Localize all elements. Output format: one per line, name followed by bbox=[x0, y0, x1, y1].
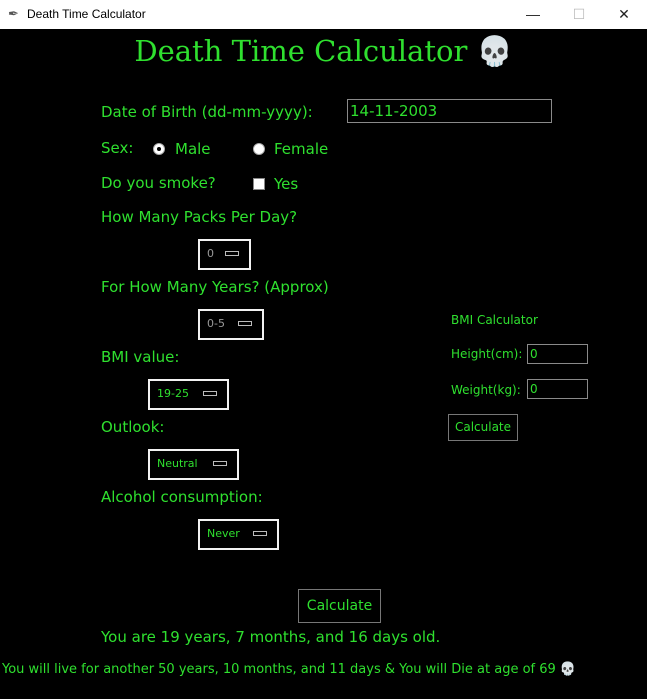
height-input[interactable] bbox=[527, 344, 588, 364]
alcohol-value: Never bbox=[207, 527, 240, 540]
window-titlebar: ✒ Death Time Calculator — ☐ ✕ bbox=[0, 0, 647, 29]
male-label[interactable]: Male bbox=[175, 140, 211, 158]
bmi-label: BMI value: bbox=[101, 348, 180, 366]
dropdown-indicator-icon bbox=[213, 461, 227, 466]
weight-input[interactable] bbox=[527, 379, 588, 399]
alcohol-dropdown[interactable]: Never bbox=[198, 519, 279, 550]
years-dropdown[interactable]: 0-5 bbox=[198, 309, 264, 340]
weight-label: Weight(kg): bbox=[451, 383, 521, 397]
window-title: Death Time Calculator bbox=[27, 7, 146, 21]
outlook-label: Outlook: bbox=[101, 418, 165, 436]
packs-label: How Many Packs Per Day? bbox=[101, 208, 298, 226]
prediction-result-text: You will live for another 50 years, 10 m… bbox=[2, 662, 577, 677]
years-label: For How Many Years? (Approx) bbox=[101, 278, 329, 296]
dob-input[interactable] bbox=[347, 99, 552, 123]
female-radio[interactable] bbox=[253, 143, 265, 155]
minimize-button[interactable]: — bbox=[510, 0, 556, 29]
page-title: Death Time Calculator 💀 bbox=[134, 34, 513, 68]
sex-label: Sex: bbox=[101, 139, 134, 157]
female-label[interactable]: Female bbox=[274, 140, 328, 158]
outlook-dropdown[interactable]: Neutral bbox=[148, 449, 239, 480]
bmi-calculate-button[interactable]: Calculate bbox=[448, 414, 518, 441]
packs-dropdown[interactable]: 0 bbox=[198, 239, 251, 270]
dob-label: Date of Birth (dd-mm-yyyy): bbox=[101, 103, 313, 121]
age-result-text: You are 19 years, 7 months, and 16 days … bbox=[101, 628, 441, 646]
bmi-dropdown[interactable]: 19-25 bbox=[148, 379, 229, 410]
years-value: 0-5 bbox=[207, 317, 225, 330]
dropdown-indicator-icon bbox=[203, 391, 217, 396]
app-content: Death Time Calculator 💀 Date of Birth (d… bbox=[0, 29, 647, 699]
dropdown-indicator-icon bbox=[253, 531, 267, 536]
dropdown-indicator-icon bbox=[238, 321, 252, 326]
smoke-checkbox[interactable] bbox=[253, 178, 265, 190]
outlook-value: Neutral bbox=[157, 457, 198, 470]
radio-selected-dot bbox=[157, 147, 161, 151]
height-label: Height(cm): bbox=[451, 347, 523, 361]
maximize-button[interactable]: ☐ bbox=[556, 0, 602, 29]
dropdown-indicator-icon bbox=[225, 251, 239, 256]
bmi-calculator-title: BMI Calculator bbox=[451, 313, 538, 327]
male-radio[interactable] bbox=[153, 143, 165, 155]
alcohol-label: Alcohol consumption: bbox=[101, 488, 263, 506]
feather-app-icon: ✒ bbox=[8, 6, 19, 21]
calculate-button[interactable]: Calculate bbox=[298, 589, 381, 623]
smoke-yes-label[interactable]: Yes bbox=[274, 175, 298, 193]
close-button[interactable]: ✕ bbox=[601, 0, 647, 29]
bmi-value: 19-25 bbox=[157, 387, 189, 400]
smoke-label: Do you smoke? bbox=[101, 174, 216, 192]
packs-value: 0 bbox=[207, 247, 214, 260]
